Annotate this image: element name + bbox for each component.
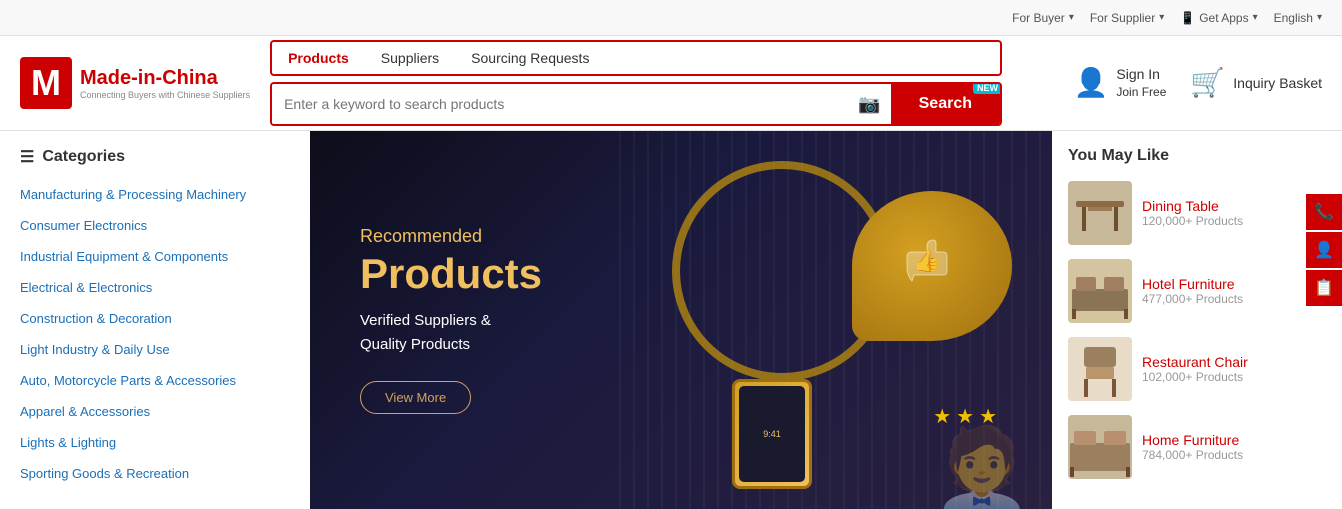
- get-apps-menu[interactable]: 📱 Get Apps ▾: [1180, 11, 1257, 25]
- sidebar-item-electronics[interactable]: Consumer Electronics: [0, 210, 310, 241]
- float-clipboard-button[interactable]: 📋: [1306, 270, 1342, 306]
- logo-icon: M: [20, 57, 72, 109]
- product-info-restaurant: Restaurant Chair 102,000+ Products: [1142, 354, 1326, 384]
- right-panel: You May Like Dining Table 120,000+ Produ…: [1052, 131, 1342, 509]
- sidebar-item-manufacturing[interactable]: Manufacturing & Processing Machinery: [0, 179, 310, 210]
- new-badge: NEW: [973, 82, 1002, 94]
- chevron-down-icon: ▾: [1069, 12, 1074, 23]
- product-item-hotel[interactable]: Hotel Furniture 477,000+ Products: [1068, 259, 1326, 323]
- sidebar-item-lights[interactable]: Lights & Lighting: [0, 427, 310, 458]
- logo[interactable]: M Made-in-China Connecting Buyers with C…: [20, 57, 250, 109]
- header-actions: 👤 Sign In Join Free 🛒 Inquiry Basket: [1022, 65, 1322, 101]
- sidebar-item-industrial[interactable]: Industrial Equipment & Components: [0, 241, 310, 272]
- camera-icon[interactable]: 📷: [848, 84, 890, 124]
- tab-suppliers[interactable]: Suppliers: [365, 42, 455, 74]
- float-buttons: 📞 👤 📋: [1306, 194, 1342, 306]
- signin-area[interactable]: 👤 Sign In Join Free: [1074, 65, 1167, 101]
- sidebar-item-apparel[interactable]: Apparel & Accessories: [0, 396, 310, 427]
- product-thumb-hotel: [1068, 259, 1132, 323]
- chevron-down-icon: ▾: [1159, 12, 1164, 23]
- you-may-like-title: You May Like: [1068, 147, 1326, 165]
- chevron-down-icon: ▾: [1317, 12, 1322, 23]
- category-list: Manufacturing & Processing Machinery Con…: [0, 179, 310, 489]
- product-info-home: Home Furniture 784,000+ Products: [1142, 432, 1326, 462]
- product-item-dining[interactable]: Dining Table 120,000+ Products: [1068, 181, 1326, 245]
- sidebar-item-auto[interactable]: Auto, Motorcycle Parts & Accessories: [0, 365, 310, 396]
- sidebar: ☰ Categories Manufacturing & Processing …: [0, 131, 310, 509]
- logo-title: Made-in-China: [80, 66, 250, 90]
- mobile-icon: 📱: [1180, 11, 1195, 25]
- banner-subtitle: Verified Suppliers & Quality Products: [360, 309, 542, 357]
- product-thumb-restaurant: [1068, 337, 1132, 401]
- search-input[interactable]: [272, 84, 848, 124]
- search-button[interactable]: NEW Search: [891, 84, 1000, 124]
- view-more-button[interactable]: View More: [360, 381, 471, 414]
- hamburger-icon: ☰: [20, 147, 34, 167]
- sidebar-item-light[interactable]: Light Industry & Daily Use: [0, 334, 310, 365]
- product-item-home[interactable]: Home Furniture 784,000+ Products: [1068, 415, 1326, 479]
- svg-text:M: M: [31, 62, 61, 103]
- product-thumb-home: [1068, 415, 1132, 479]
- product-thumb-dining: [1068, 181, 1132, 245]
- header: M Made-in-China Connecting Buyers with C…: [0, 36, 1342, 131]
- banner-content: Recommended Products Verified Suppliers …: [310, 186, 592, 454]
- banner-stripes: [607, 131, 1052, 509]
- signin-text: Sign In Join Free: [1116, 65, 1166, 101]
- logo-subtitle: Connecting Buyers with Chinese Suppliers: [80, 90, 250, 101]
- banner-products-title: Products: [360, 251, 542, 297]
- tab-sourcing[interactable]: Sourcing Requests: [455, 42, 605, 74]
- top-bar: For Buyer ▾ For Supplier ▾ 📱 Get Apps ▾ …: [0, 0, 1342, 36]
- main-content: ☰ Categories Manufacturing & Processing …: [0, 131, 1342, 509]
- banner: 👍 ★ ★ ★ 9:41 🧑‍💼 Recommended Products Ve…: [310, 131, 1052, 509]
- search-bar: 📷 NEW Search: [270, 82, 1002, 126]
- sidebar-header: ☰ Categories: [0, 147, 310, 179]
- user-icon: 👤: [1074, 66, 1109, 99]
- inquiry-basket[interactable]: 🛒 Inquiry Basket: [1190, 66, 1322, 99]
- tab-products[interactable]: Products: [272, 42, 365, 74]
- product-item-restaurant[interactable]: Restaurant Chair 102,000+ Products: [1068, 337, 1326, 401]
- sidebar-item-electrical[interactable]: Electrical & Electronics: [0, 272, 310, 303]
- language-menu[interactable]: English ▾: [1274, 11, 1322, 25]
- chevron-down-icon: ▾: [1253, 12, 1258, 23]
- product-info-hotel: Hotel Furniture 477,000+ Products: [1142, 276, 1326, 306]
- cart-icon: 🛒: [1190, 66, 1225, 99]
- for-buyer-menu[interactable]: For Buyer ▾: [1012, 11, 1074, 25]
- for-supplier-menu[interactable]: For Supplier ▾: [1090, 11, 1164, 25]
- nav-tabs: Products Suppliers Sourcing Requests: [270, 40, 1002, 76]
- float-contact-button[interactable]: 📞: [1306, 194, 1342, 230]
- product-info-dining: Dining Table 120,000+ Products: [1142, 198, 1326, 228]
- banner-recommended: Recommended: [360, 226, 542, 247]
- sidebar-item-construction[interactable]: Construction & Decoration: [0, 303, 310, 334]
- sidebar-item-sporting[interactable]: Sporting Goods & Recreation: [0, 458, 310, 489]
- float-profile-button[interactable]: 👤: [1306, 232, 1342, 268]
